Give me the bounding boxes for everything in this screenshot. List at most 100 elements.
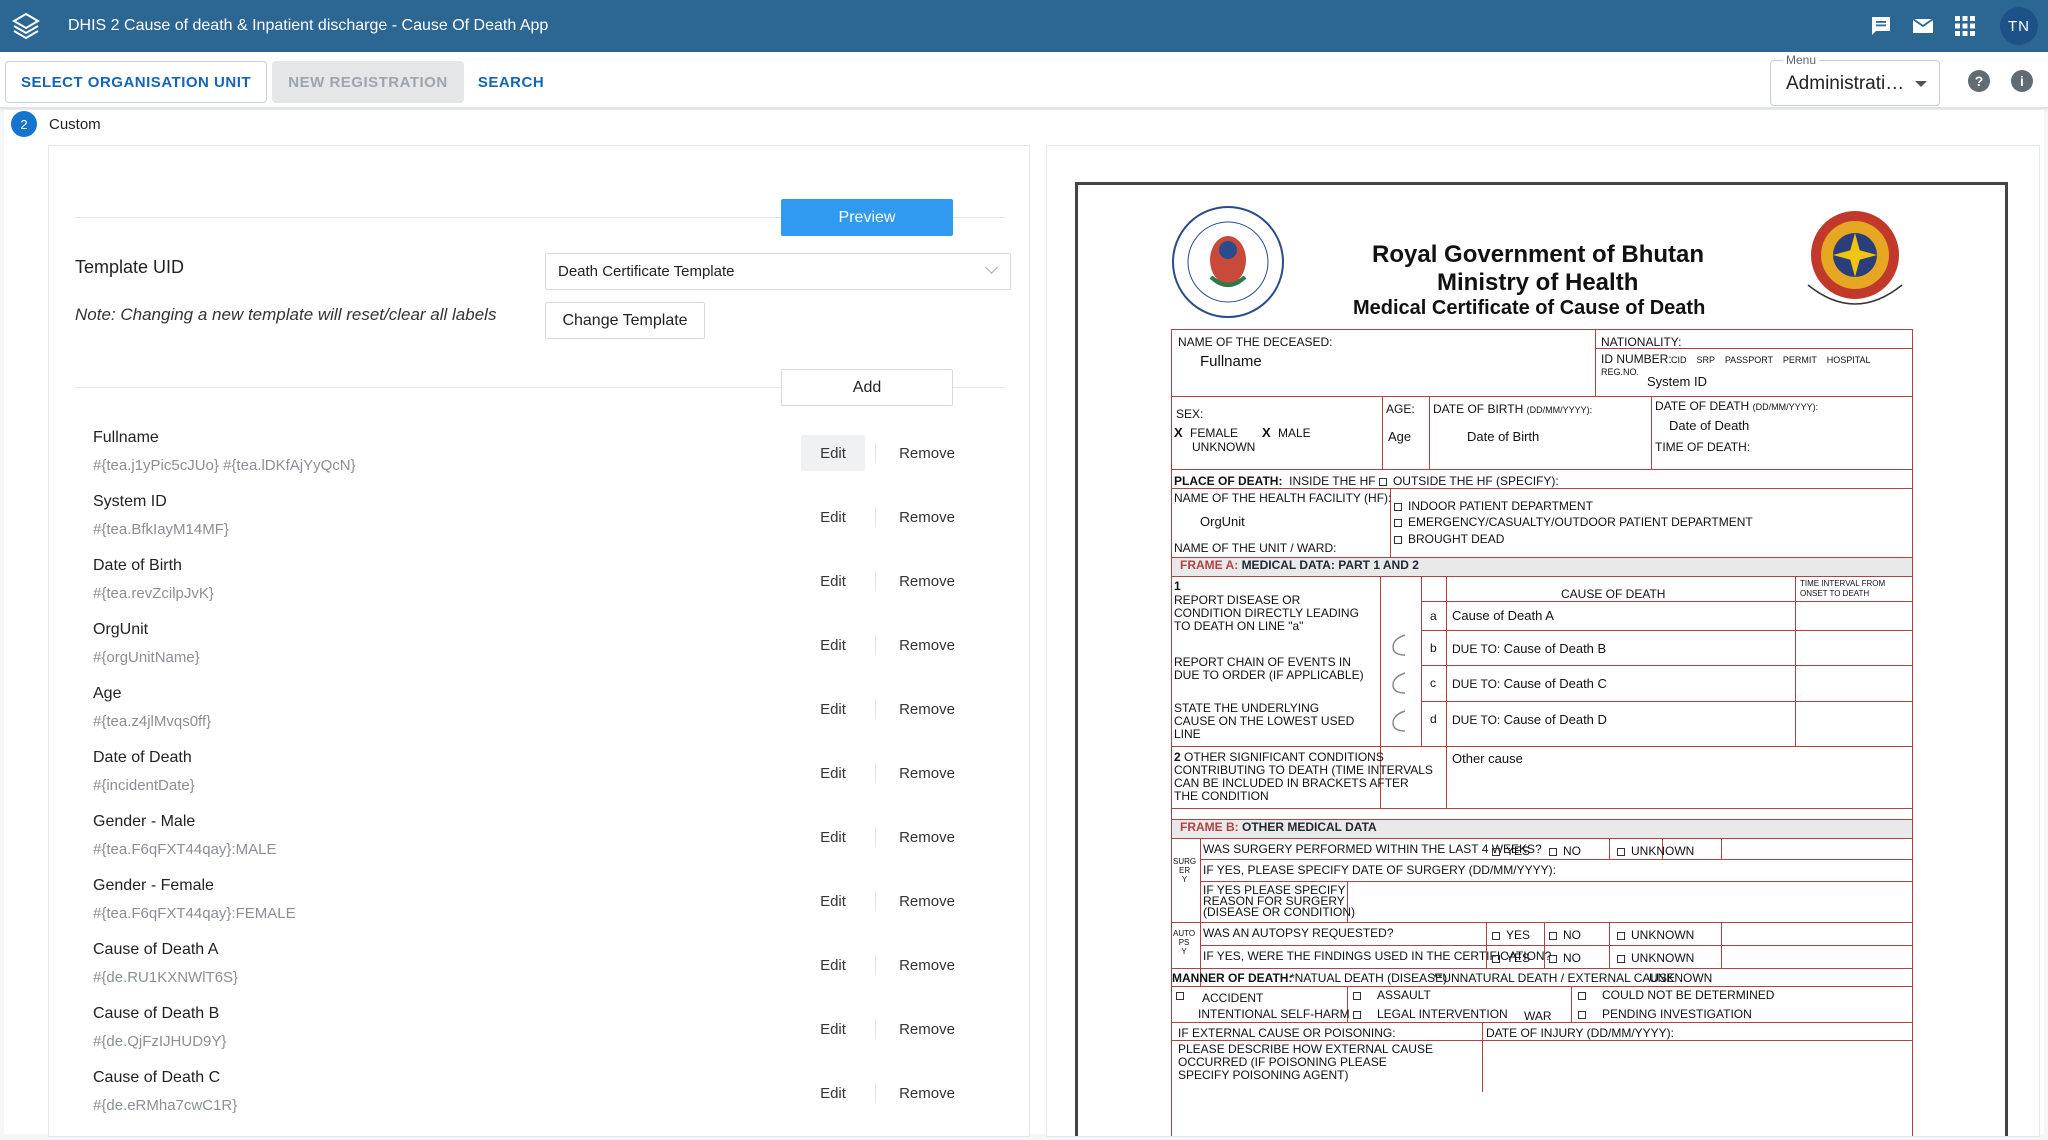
other-significant-label: OTHER SIGNIFICANT CONDITIONS CONTRIBUTIN…: [1174, 750, 1433, 803]
label-item-code: #{tea.F6qFXT44qay}:FEMALE: [93, 905, 296, 922]
certificate-title-3: Medical Certificate of Cause of Death: [1353, 297, 1706, 319]
checkbox-icon: [1549, 847, 1557, 856]
apps-grid-icon[interactable]: [1944, 0, 1986, 52]
remove-button[interactable]: Remove: [887, 563, 967, 599]
menu-select-value: Administrati…: [1786, 73, 1904, 94]
autopsy-side-label: AUTO PS Y: [1173, 929, 1196, 956]
remove-button[interactable]: Remove: [887, 627, 967, 663]
menu-select[interactable]: Menu Administrati…: [1770, 53, 1940, 106]
yes-label: YES: [1506, 951, 1531, 965]
checkbox-icon: [1549, 954, 1557, 963]
remove-button[interactable]: Remove: [887, 691, 967, 727]
checkbox-icon: [1492, 954, 1500, 963]
template-editor-panel: Preview Template UID Death Certificate T…: [48, 145, 1030, 1137]
search-button[interactable]: SEARCH: [470, 61, 552, 103]
remove-button[interactable]: Remove: [887, 499, 967, 535]
help-icon[interactable]: ?: [1968, 70, 1990, 92]
edit-button[interactable]: Edit: [801, 755, 865, 791]
certificate-title-2: Ministry of Health: [1437, 269, 1639, 296]
accident-label: ACCIDENT: [1202, 991, 1264, 1005]
divider: [875, 507, 876, 527]
label-list-item: Gender - Female #{tea.F6qFXT44qay}:FEMALE…: [49, 869, 1029, 933]
remove-button[interactable]: Remove: [887, 755, 967, 791]
no-label: NO: [1563, 844, 1581, 858]
edit-button[interactable]: Edit: [801, 1011, 865, 1047]
system-id-value: System ID: [1647, 374, 1707, 389]
other-cause-value: Other cause: [1452, 751, 1523, 766]
unnatural-death-label: **UNNATURAL DEATH / EXTERNAL CAUSE: [1433, 971, 1676, 985]
checkbox-icon: [1176, 991, 1184, 1000]
edit-button[interactable]: Edit: [801, 947, 865, 983]
frame-b-title: OTHER MEDICAL DATA: [1242, 820, 1377, 834]
email-icon[interactable]: [1902, 0, 1944, 52]
state-underlying-label: STATE THE UNDERLYING CAUSE ON THE LOWEST…: [1174, 701, 1355, 741]
remove-button[interactable]: Remove: [887, 883, 967, 919]
remove-button[interactable]: Remove: [887, 819, 967, 855]
divider: [875, 635, 876, 655]
template-uid-label: Template UID: [75, 257, 185, 277]
remove-button[interactable]: Remove: [887, 435, 967, 471]
female-label: FEMALE: [1190, 426, 1239, 440]
unknown-option-label: UNKNOWN: [1631, 844, 1695, 858]
label-list-item: Gender - Male #{tea.F6qFXT44qay}:MALE Edit…: [49, 805, 1029, 869]
self-harm-label: INTENTIONAL SELF-HARM: [1198, 1007, 1350, 1021]
dod-label: DATE OF DEATH: [1655, 399, 1750, 413]
select-organisation-unit-button[interactable]: SELECT ORGANISATION UNIT: [5, 61, 267, 103]
remove-button[interactable]: Remove: [887, 947, 967, 983]
surgery-question: WAS SURGERY PERFORMED WITHIN THE LAST 4 …: [1203, 842, 1542, 856]
surgery-side-label: SURG ER Y: [1173, 857, 1197, 884]
template-uid-select[interactable]: Death Certificate Template: [545, 253, 1011, 290]
surgery-date-label: IF YES, PLEASE SPECIFY DATE OF SURGERY (…: [1203, 863, 1556, 877]
assault-label: ASSAULT: [1377, 988, 1431, 1002]
edit-button[interactable]: Edit: [801, 435, 865, 471]
label-item-code: #{de.QjFzIJHUD9Y}: [93, 1033, 227, 1050]
label-item-code: #{tea.j1yPic5cJUo} #{tea.lDKfAjYyQcN}: [93, 457, 356, 474]
cause-a-value: Cause of Death A: [1452, 608, 1554, 623]
edit-button[interactable]: Edit: [801, 627, 865, 663]
manner-unknown-label: UNKNOWN: [1649, 971, 1713, 985]
cause-d-value: Cause of Death D: [1503, 712, 1607, 727]
label-list-item: Date of Death #{incidentDate} Edit Remove: [49, 741, 1029, 805]
info-icon[interactable]: i: [2011, 70, 2033, 92]
app-logo-icon[interactable]: [0, 0, 52, 52]
checkbox-icon: [1394, 518, 1402, 527]
row-b-label: b: [1430, 641, 1437, 655]
death-certificate-document: Royal Government of Bhutan Ministry of H…: [1075, 182, 2008, 1136]
change-template-button[interactable]: Change Template: [545, 302, 705, 339]
edit-button[interactable]: Edit: [801, 563, 865, 599]
edit-button[interactable]: Edit: [801, 883, 865, 919]
checkbox-icon: [1617, 954, 1625, 963]
profile-avatar[interactable]: TN: [2000, 7, 2038, 45]
report-disease-label: REPORT DISEASE OR CONDITION DIRECTLY LEA…: [1174, 593, 1359, 633]
edit-button[interactable]: Edit: [801, 691, 865, 727]
template-note: Note: Changing a new template will reset…: [75, 305, 497, 324]
ministry-emblem-logo: [1807, 211, 1903, 305]
frame-a-title: MEDICAL DATA: PART 1 AND 2: [1241, 558, 1419, 572]
checkbox-icon: [1578, 991, 1586, 1000]
cause-of-death-header: CAUSE OF DEATH: [1561, 587, 1666, 601]
no-label: NO: [1563, 928, 1581, 942]
edit-button[interactable]: Edit: [801, 499, 865, 535]
divider: [875, 1083, 876, 1103]
unknown-label: UNKNOWN: [1192, 440, 1256, 454]
divider: [875, 763, 876, 783]
time-interval-header: TIME INTERVAL FROM ONSET TO DEATH: [1800, 579, 1886, 598]
add-button[interactable]: Add: [781, 369, 953, 406]
new-registration-button[interactable]: NEW REGISTRATION: [272, 61, 464, 103]
label-list-item: Cause of Death A #{de.RU1KXNWlT6S} Edit Rem…: [49, 933, 1029, 997]
remove-button[interactable]: Remove: [887, 1075, 967, 1111]
messages-icon[interactable]: [1860, 0, 1902, 52]
label-item-code: #{de.RU1KXNWlT6S}: [93, 969, 239, 986]
health-facility-label: NAME OF THE HEALTH FACILITY (HF):: [1174, 491, 1392, 505]
step-number: 2: [11, 111, 37, 137]
nationality-label: NATIONALITY:: [1601, 335, 1682, 349]
row-d-label: d: [1430, 712, 1437, 726]
app-title: DHIS 2 Cause of death & Inpatient discha…: [68, 17, 549, 34]
label-item-name: OrgUnit: [93, 621, 149, 638]
orgunit-value: OrgUnit: [1200, 514, 1245, 529]
remove-button[interactable]: Remove: [887, 1011, 967, 1047]
unknown-option-label: UNKNOWN: [1631, 928, 1695, 942]
edit-button[interactable]: Edit: [801, 1075, 865, 1111]
edit-button[interactable]: Edit: [801, 819, 865, 855]
preview-button[interactable]: Preview: [781, 199, 953, 236]
